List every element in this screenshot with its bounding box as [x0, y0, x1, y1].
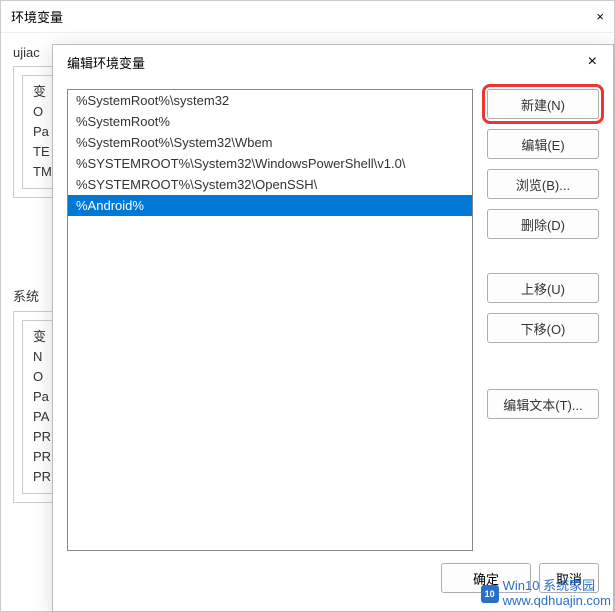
cancel-button[interactable]: 取消 [539, 563, 599, 593]
path-list-item[interactable]: %SystemRoot% [68, 111, 472, 132]
ok-button[interactable]: 确定 [441, 563, 531, 593]
path-list-item[interactable]: %SYSTEMROOT%\System32\WindowsPowerShell\… [68, 153, 472, 174]
browse-button[interactable]: 浏览(B)... [487, 169, 599, 199]
move-up-button[interactable]: 上移(U) [487, 273, 599, 303]
edit-button[interactable]: 编辑(E) [487, 129, 599, 159]
dialog-body: %SystemRoot%\system32%SystemRoot%%System… [53, 79, 613, 559]
path-list-item[interactable]: %SystemRoot%\System32\Wbem [68, 132, 472, 153]
new-button[interactable]: 新建(N) [487, 89, 599, 119]
button-column: 新建(N) 编辑(E) 浏览(B)... 删除(D) 上移(U) 下移(O) 编… [487, 89, 599, 551]
path-list-item[interactable]: %Android% [68, 195, 472, 216]
path-list-item[interactable]: %SYSTEMROOT%\System32\OpenSSH\ [68, 174, 472, 195]
move-down-button[interactable]: 下移(O) [487, 313, 599, 343]
edit-env-var-dialog: 编辑环境变量 × %SystemRoot%\system32%SystemRoo… [52, 44, 614, 612]
dialog-title: 编辑环境变量 [67, 53, 145, 72]
close-icon[interactable]: × [596, 9, 604, 24]
parent-title: 环境变量 [11, 7, 63, 26]
delete-button[interactable]: 删除(D) [487, 209, 599, 239]
path-list-item[interactable]: %SystemRoot%\system32 [68, 90, 472, 111]
parent-titlebar: 环境变量 × [1, 1, 614, 33]
edit-text-button[interactable]: 编辑文本(T)... [487, 389, 599, 419]
path-listbox[interactable]: %SystemRoot%\system32%SystemRoot%%System… [67, 89, 473, 551]
close-icon[interactable]: × [580, 49, 605, 75]
dialog-footer: 确定 取消 [53, 559, 613, 605]
dialog-titlebar: 编辑环境变量 × [53, 45, 613, 79]
